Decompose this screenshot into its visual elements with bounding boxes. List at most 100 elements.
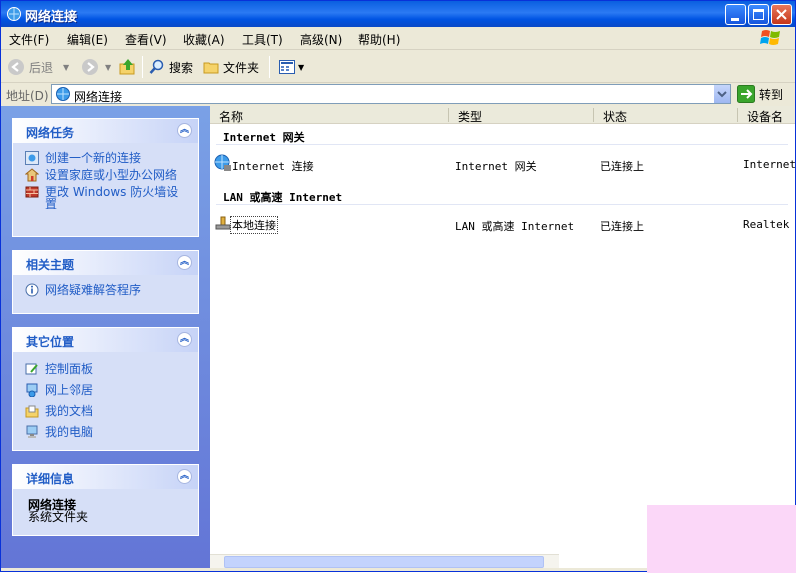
views-icon: [279, 60, 295, 74]
task-setup-home-network[interactable]: 设置家庭或小型办公网络: [25, 168, 190, 182]
column-separator[interactable]: [448, 108, 449, 122]
column-separator[interactable]: [593, 108, 594, 122]
details-header[interactable]: 详细信息 ︽: [13, 465, 198, 489]
column-device[interactable]: 设备名: [747, 108, 783, 125]
group-divider: [216, 144, 788, 145]
details-description: 系统文件夹: [28, 510, 89, 524]
folder-icon: [203, 62, 219, 74]
address-dropdown-button[interactable]: [713, 85, 730, 103]
up-folder-icon: [119, 59, 135, 75]
item-status: 已连接上: [600, 220, 644, 233]
collapse-chevron-icon[interactable]: ︽: [177, 123, 192, 138]
close-button[interactable]: [771, 4, 792, 25]
menu-view[interactable]: 查看(V): [125, 31, 167, 48]
go-button[interactable]: 转到: [737, 85, 783, 103]
menu-help[interactable]: 帮助(H): [358, 31, 400, 48]
group-divider: [216, 204, 788, 205]
place-network-neighborhood[interactable]: 网上邻居: [25, 383, 190, 397]
task-create-connection-label: 创建一个新的连接: [45, 151, 142, 165]
menu-edit[interactable]: 编辑(E): [67, 31, 108, 48]
window-title: 网络连接: [25, 10, 78, 25]
horizontal-scrollbar[interactable]: [210, 554, 559, 568]
menu-file[interactable]: 文件(F): [9, 31, 49, 48]
address-label: 地址(D): [6, 89, 49, 103]
place-my-computer-label: 我的电脑: [45, 425, 94, 439]
column-separator[interactable]: [737, 108, 738, 122]
back-arrow-icon: [8, 59, 24, 75]
item-device: Realtek: [743, 218, 790, 231]
menu-bar: 文件(F) 编辑(E) 查看(V) 收藏(A) 工具(T) 高级(N) 帮助(H…: [1, 27, 795, 50]
internet-connection-icon: [214, 154, 231, 171]
home-network-icon: [25, 168, 39, 182]
task-network-troubleshooter-label: 网络疑难解答程序: [45, 283, 142, 297]
column-status[interactable]: 状态: [603, 108, 627, 125]
folders-label: 文件夹: [223, 60, 260, 75]
details-panel: 详细信息 ︽ 网络连接 系统文件夹: [12, 464, 199, 536]
forward-button[interactable]: ▼: [81, 57, 111, 77]
column-name[interactable]: 名称: [219, 108, 243, 125]
network-tasks-header[interactable]: 网络任务 ︽: [13, 119, 198, 143]
menu-favorites[interactable]: 收藏(A): [183, 31, 225, 48]
related-topics-panel: 相关主题 ︽ 网络疑难解答程序: [12, 250, 199, 314]
place-my-documents-label: 我的文档: [45, 404, 94, 418]
place-my-computer[interactable]: 我的电脑: [25, 425, 190, 439]
address-input[interactable]: 网络连接: [51, 84, 731, 104]
task-firewall-settings[interactable]: 更改 Windows 防火墙设置: [25, 186, 190, 210]
menu-advanced[interactable]: 高级(N): [300, 31, 342, 48]
collapse-chevron-icon[interactable]: ︽: [177, 469, 192, 484]
item-type: LAN 或高速 Internet: [455, 220, 575, 233]
toolbar: 后退 ▼ ▼ 搜索 文件夹 ▼: [1, 51, 795, 83]
collapse-chevron-icon[interactable]: ︽: [177, 332, 192, 347]
up-folder-button[interactable]: [119, 57, 137, 77]
title-bar[interactable]: 网络连接: [1, 1, 795, 27]
my-computer-icon: [26, 425, 38, 438]
search-label: 搜索: [169, 60, 194, 75]
folders-button[interactable]: 文件夹: [203, 57, 259, 77]
maximize-button[interactable]: [748, 4, 769, 25]
minimize-button[interactable]: [725, 4, 746, 25]
other-places-title: 其它位置: [26, 335, 75, 349]
my-documents-icon: [25, 405, 39, 418]
item-device: Internet: [743, 158, 796, 171]
forward-dropdown-icon[interactable]: ▼: [105, 63, 111, 72]
place-my-documents[interactable]: 我的文档: [25, 405, 190, 418]
group-header-lan: LAN 或高速 Internet: [223, 191, 343, 204]
go-arrow-icon: [737, 85, 755, 103]
column-type[interactable]: 类型: [458, 108, 482, 125]
network-connections-icon: [56, 87, 70, 101]
control-panel-icon: [25, 363, 38, 375]
back-label: 后退: [29, 60, 54, 75]
place-control-panel-label: 控制面板: [45, 362, 94, 376]
decorative-overlay: [647, 505, 796, 573]
forward-arrow-icon: [82, 59, 98, 75]
address-value: 网络连接: [74, 90, 123, 104]
go-label: 转到: [759, 87, 784, 102]
network-tasks-title: 网络任务: [26, 126, 75, 140]
address-bar: 地址(D) 网络连接 转到: [1, 83, 795, 106]
network-places-icon: [26, 383, 38, 397]
close-icon: [776, 9, 787, 20]
back-dropdown-icon[interactable]: ▼: [63, 63, 69, 72]
new-connection-icon: [25, 151, 39, 165]
scrollbar-thumb[interactable]: [224, 556, 544, 568]
task-create-connection[interactable]: 创建一个新的连接: [25, 151, 190, 165]
place-control-panel[interactable]: 控制面板: [25, 363, 190, 376]
item-name: Internet 连接: [232, 160, 314, 173]
item-status: 已连接上: [600, 160, 644, 173]
firewall-icon: [25, 186, 39, 198]
related-topics-header[interactable]: 相关主题 ︽: [13, 251, 198, 275]
details-title: 详细信息: [26, 472, 75, 486]
task-network-troubleshooter[interactable]: 网络疑难解答程序: [25, 283, 190, 297]
other-places-header[interactable]: 其它位置 ︽: [13, 328, 198, 352]
menu-tools[interactable]: 工具(T): [242, 31, 283, 48]
chevron-down-icon: [717, 91, 727, 98]
back-button[interactable]: 后退 ▼: [7, 57, 69, 77]
search-button[interactable]: 搜索: [149, 57, 193, 77]
views-dropdown-icon[interactable]: ▼: [298, 63, 304, 72]
network-tasks-panel: 网络任务 ︽ 创建一个新的连接 设置家庭或小型办公网络 更改 Windows 防…: [12, 118, 199, 237]
task-firewall-settings-label: 更改 Windows 防火墙设置: [45, 185, 179, 211]
windows-logo-icon: [760, 30, 780, 45]
related-topics-title: 相关主题: [26, 258, 75, 272]
collapse-chevron-icon[interactable]: ︽: [177, 255, 192, 270]
views-button[interactable]: ▼: [279, 57, 304, 77]
